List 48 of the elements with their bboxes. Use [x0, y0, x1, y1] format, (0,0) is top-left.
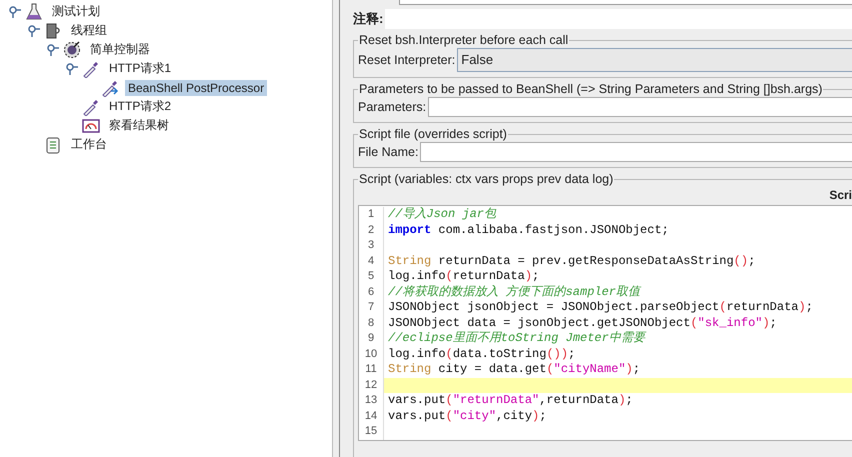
- section-title: Script file (overrides script): [358, 127, 508, 141]
- pane-splitter[interactable]: [332, 0, 340, 457]
- section-title: Parameters to be passed to BeanShell (=> String Parameters and String []bsh.args): [358, 82, 824, 96]
- spool-icon: [44, 22, 62, 40]
- code-line: import com.alibaba.fastjson.JSONObject;: [387, 222, 669, 238]
- dropper-icon: [82, 98, 100, 116]
- code-line: vars.put("city",city);: [387, 408, 546, 424]
- code-line: //eclipse里面不用toString Jmeter中需要: [387, 331, 645, 346]
- line-number: 12: [359, 378, 384, 393]
- section-title: Reset bsh.Interpreter before each call: [358, 33, 570, 47]
- tree-item[interactable]: 察看结果树: [106, 116, 172, 135]
- code-line: String city = data.get("cityName");: [387, 362, 640, 378]
- column-label: Scri: [829, 188, 852, 202]
- tree-item[interactable]: HTTP请求2: [106, 97, 174, 116]
- dropper-arrow-icon: [101, 78, 119, 96]
- field-label: Reset Interpreter:: [358, 53, 456, 67]
- gauge-icon: [82, 116, 100, 134]
- expand-handle-icon[interactable]: [28, 24, 40, 36]
- code-line: //导入Json jar包: [387, 207, 496, 222]
- tree-item[interactable]: HTTP请求1: [106, 59, 174, 78]
- code-editor[interactable]: [358, 205, 852, 440]
- field-label: 注释:: [353, 10, 384, 28]
- tree-item[interactable]: 线程组: [68, 21, 110, 40]
- code-line: JSONObject jsonObject = JSONObject.parseObject(returnData);: [387, 300, 813, 316]
- code-line: //将获取的数据放入 方便下面的sampler取值: [387, 284, 640, 300]
- dropper-icon: [82, 60, 100, 78]
- expand-handle-icon[interactable]: [9, 6, 21, 18]
- tree-item[interactable]: BeanShell PostProcessor: [125, 80, 268, 96]
- expand-handle-icon[interactable]: [66, 62, 78, 74]
- code-line: vars.put("returnData",returnData);: [387, 393, 633, 408]
- tree-item[interactable]: 简单控制器: [87, 40, 153, 59]
- field-label: Parameters:: [358, 100, 426, 114]
- flask-icon: [25, 2, 43, 20]
- code-line: log.info(returnData);: [387, 269, 540, 284]
- gear-icon: [63, 40, 81, 58]
- expand-handle-icon[interactable]: [47, 44, 59, 56]
- code-line: log.info(data.toString());: [387, 346, 576, 362]
- code-line: JSONObject data = jsonObject.getJSONObject("sk_info");: [387, 316, 777, 331]
- tree-item[interactable]: 工作台: [68, 135, 110, 154]
- code-line: String returnData = prev.getResponseDataAsString();: [387, 254, 756, 269]
- clipboard-icon: [44, 136, 62, 154]
- field-label: File Name:: [358, 145, 418, 159]
- dropdown-field[interactable]: False: [457, 48, 852, 72]
- section-title: Script (variables: ctx vars props prev data log): [358, 172, 614, 186]
- parameters-field[interactable]: [428, 97, 852, 117]
- file-name-field[interactable]: [420, 142, 852, 162]
- tree-item[interactable]: 测试计划: [49, 2, 103, 21]
- text-field[interactable]: [399, 0, 852, 5]
